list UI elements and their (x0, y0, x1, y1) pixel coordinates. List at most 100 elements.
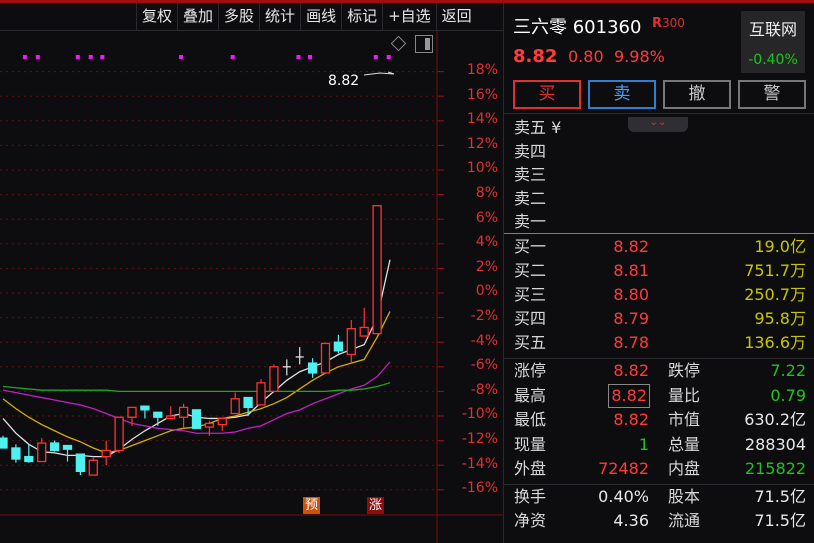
candle-body-up (256, 382, 266, 406)
sector-name: 互联网 (748, 20, 797, 39)
candle-body-up (320, 342, 331, 374)
stat-value: 71.5亿 (754, 511, 806, 530)
toolbar-add-watchlist[interactable]: +自选 (382, 3, 436, 30)
alert-button[interactable]: 警 (738, 80, 806, 109)
chart-toolbar: 复权 叠加 多股 统计 画线 标记 +自选 返回 (136, 3, 477, 30)
bid-row[interactable]: 买三 8.80 250.7万 (514, 284, 806, 306)
stat-value: 71.5亿 (754, 487, 806, 506)
toolbar-overlay[interactable]: 叠加 (177, 3, 218, 30)
axis-tick-label: -16% (461, 480, 498, 497)
buy-button[interactable]: 买 (513, 80, 581, 109)
bid-volume: 95.8万 (754, 309, 806, 328)
bid-row[interactable]: 买二 8.81 751.7万 (514, 260, 806, 282)
signal-dot (35, 55, 40, 59)
toolbar-mark[interactable]: 标记 (341, 3, 382, 30)
axis-tick-label: 12% (466, 135, 498, 152)
stat-label: 涨停 (514, 361, 547, 380)
divider (504, 484, 814, 485)
stat-row: 最高 8.82 量比 0.79 (514, 383, 806, 408)
stat-label: 净资 (514, 511, 547, 530)
kline-chart[interactable] (0, 31, 503, 543)
stat-value: 8.82 (613, 410, 649, 429)
high-arrow-icon (363, 71, 395, 76)
candle-body-down (153, 411, 163, 418)
stat-value: 630.2亿 (744, 410, 806, 429)
stock-name: 三六零 601360 (513, 17, 642, 38)
stat-row: 换手 0.40% 股本 71.5亿 (514, 486, 806, 508)
stat-row: 净资 4.36 流通 71.5亿 (514, 510, 806, 532)
candle-body-up (230, 398, 240, 415)
candle-body-down (24, 455, 34, 463)
stat-label: 现量 (514, 434, 547, 454)
axis-tick-label: -2% (470, 308, 498, 324)
stat-value: 72482 (598, 459, 649, 478)
axis-tick-label: 8% (475, 185, 498, 201)
toolbar-draw-line[interactable]: 画线 (300, 3, 341, 30)
stat-row: 现量 1 总量 288304 (514, 434, 806, 456)
cancel-order-button[interactable]: 撤 (663, 80, 731, 109)
ask-label: 卖一 (514, 212, 547, 231)
candle-body-down (191, 409, 202, 429)
candle-body-down (75, 453, 86, 473)
quote-panel: 三六零 601360 R300 8.82 0.80 9.98% 互联网 -0.4… (503, 3, 814, 543)
toolbar-multi-stock[interactable]: 多股 (218, 3, 259, 30)
bid-label: 买三 (514, 285, 547, 304)
bid-label: 买二 (514, 261, 547, 280)
candle-body-down (243, 396, 253, 409)
candle-body-up (88, 459, 98, 476)
last-price: 8.82 (513, 46, 558, 67)
stat-row: 最低 8.82 市值 630.2亿 (514, 409, 806, 431)
bid-price: 8.78 (613, 333, 649, 352)
stat-value: 215822 (744, 459, 806, 478)
ask-label: 卖二 (514, 188, 547, 208)
stat-value: 8.82 (613, 361, 649, 380)
toolbar-back[interactable]: 返回 (435, 3, 477, 30)
candle-body-down (140, 405, 150, 411)
limit-up-tag[interactable]: 涨 (367, 497, 384, 514)
panel-toggle-icon[interactable] (415, 35, 433, 53)
bid-label: 买四 (514, 309, 547, 328)
stat-value: 0.79 (770, 385, 806, 405)
forecast-tag[interactable]: 预 (303, 497, 320, 514)
bid-price: 8.79 (613, 309, 649, 328)
bid-label: 买一 (514, 237, 547, 256)
ask-label: 卖三 (514, 165, 547, 184)
axis-tick-label: 4% (475, 234, 498, 251)
candle-body-up (101, 449, 111, 458)
candle-body-up (114, 416, 124, 452)
stat-label: 最低 (514, 410, 547, 429)
stat-label: 换手 (514, 487, 547, 506)
bid-volume: 250.7万 (744, 285, 806, 304)
stat-value: 0.40% (598, 487, 649, 506)
axis-tick-label: -4% (470, 332, 498, 349)
toolbar-restore-rights[interactable]: 复权 (136, 3, 177, 30)
stat-label: 最高 (514, 385, 547, 405)
axis-tick-label: 6% (475, 209, 498, 226)
bid-row[interactable]: 买五 8.78 136.6万 (514, 332, 806, 354)
bid-row[interactable]: 买四 8.79 95.8万 (514, 308, 806, 330)
bid-ask-divider (504, 233, 814, 234)
candle-body-up (178, 406, 189, 418)
stat-value: 7.22 (770, 361, 806, 380)
candle-body-up (269, 366, 279, 393)
ma-line-ma60 (2, 382, 391, 393)
stat-label: 股本 (668, 487, 701, 506)
signal-dot (230, 55, 235, 59)
stat-label: 跌停 (668, 361, 701, 380)
axis-tick-label: 2% (475, 258, 498, 275)
toolbar-statistics[interactable]: 统计 (259, 3, 300, 30)
candle-body-up (204, 422, 215, 428)
axis-tick-label: -12% (461, 431, 498, 447)
signal-dot (22, 55, 27, 59)
stat-value: 288304 (744, 434, 806, 454)
sell-button[interactable]: 卖 (588, 80, 656, 109)
candle-body-down (307, 362, 318, 374)
ask-row: 卖一 (514, 211, 806, 233)
stat-label: 内盘 (668, 459, 701, 478)
sector-box[interactable]: 互联网 -0.40% (741, 11, 805, 73)
candle-body-up (372, 205, 382, 335)
axis-tick-label: 18% (466, 62, 498, 78)
bid-volume: 136.6万 (744, 333, 806, 352)
high-price-label: 8.82 (328, 73, 360, 89)
bid-row[interactable]: 买一 8.82 19.0亿 (514, 236, 806, 258)
